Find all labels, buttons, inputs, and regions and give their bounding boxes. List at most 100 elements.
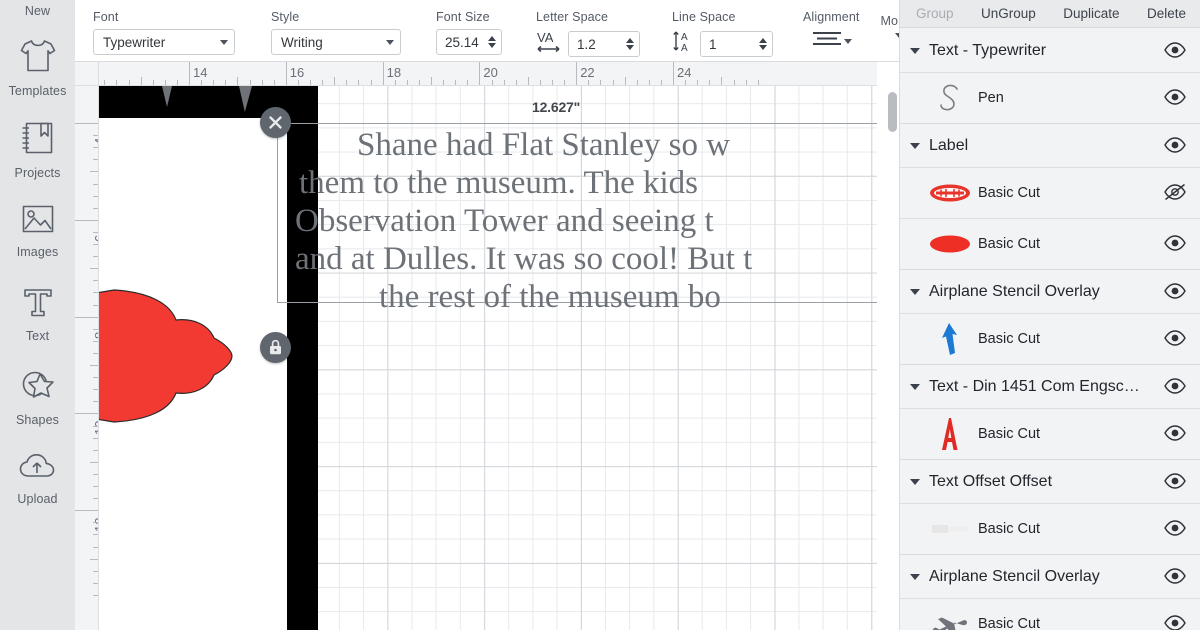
eye-visible-icon[interactable]	[1164, 425, 1186, 443]
layer-thumbnail-faint-word-strip	[928, 512, 972, 546]
ruler-major-tick	[75, 123, 98, 124]
text-t-icon	[21, 286, 55, 324]
layer-group-header[interactable]: Text Offset Offset	[900, 460, 1200, 503]
chevron-down-icon[interactable]	[910, 573, 920, 580]
eye-visible-icon[interactable]	[1164, 330, 1186, 348]
delete-handle[interactable]	[260, 107, 291, 138]
artboard[interactable]: Shane had Flat Stanley so w them to the …	[99, 86, 877, 630]
svg-text:A: A	[681, 32, 688, 43]
style-control: Style Writing	[253, 0, 401, 62]
chevron-down-icon[interactable]	[910, 383, 920, 390]
ruler-major-tick	[75, 316, 98, 318]
design-space-app: New Templates Projects Images Text Shape…	[0, 0, 1200, 630]
ruler-minor-tick	[431, 77, 432, 85]
chevron-down-icon[interactable]	[844, 39, 852, 44]
sidebar-item-text[interactable]: Text	[0, 286, 75, 343]
layer-group-header[interactable]: Airplane Stencil Overlay	[900, 555, 1200, 598]
style-label: Style	[271, 10, 300, 24]
eye-hidden-icon[interactable]	[1164, 183, 1186, 202]
eye-visible-icon[interactable]	[1164, 282, 1186, 301]
sidebar-item-upload[interactable]: Upload	[0, 452, 75, 506]
picture-icon	[20, 203, 56, 240]
eye-visible-icon[interactable]	[1164, 520, 1186, 538]
layer-row-label: Basic Cut	[978, 616, 1041, 630]
letter-space-stepper[interactable]: 1.2	[568, 31, 640, 57]
canvas-vertical-scrollbar[interactable]	[888, 92, 897, 612]
chevron-down-icon[interactable]	[910, 47, 920, 54]
red-blob-shape[interactable]	[99, 286, 276, 426]
left-sidebar: New Templates Projects Images Text Shape…	[0, 0, 75, 630]
layer-group-title: Airplane Stencil Overlay	[929, 567, 1100, 585]
shapes-star-icon	[20, 369, 56, 408]
eye-visible-icon[interactable]	[1164, 136, 1186, 155]
line-space-spinner[interactable]	[756, 38, 769, 50]
eye-visible-icon[interactable]	[1164, 377, 1186, 396]
eye-visible-icon[interactable]	[1164, 615, 1186, 630]
canvas-text-line: Observation Tower and seeing t	[295, 203, 714, 239]
ruler-major-tick	[576, 62, 578, 85]
ruler-tick-label: 20	[483, 65, 498, 80]
eye-visible-icon[interactable]	[1164, 41, 1186, 60]
sidebar-item-shapes[interactable]: Shapes	[0, 369, 75, 427]
sidebar-item-images[interactable]: Images	[0, 203, 75, 259]
eye-visible-icon[interactable]	[1164, 567, 1186, 586]
sidebar-item-templates[interactable]: Templates	[0, 38, 75, 98]
scrollbar-thumb[interactable]	[888, 92, 897, 132]
alignment-control[interactable]: Alignment	[789, 0, 860, 62]
layers-action-group: Group	[916, 6, 954, 21]
scrollbar-track[interactable]	[888, 92, 897, 612]
align-center-icon[interactable]	[811, 29, 843, 54]
eye-visible-icon[interactable]	[1164, 89, 1186, 107]
layers-action-duplicate[interactable]: Duplicate	[1063, 6, 1119, 21]
chevron-down-icon[interactable]	[910, 142, 920, 149]
sidebar-item-projects[interactable]: Projects	[0, 120, 75, 180]
layer-row-label: Basic Cut	[978, 236, 1041, 252]
layer-row[interactable]: Basic Cut	[900, 313, 1200, 364]
ruler-tick-label: 8	[92, 331, 98, 338]
font-size-stepper[interactable]: 25.14	[436, 29, 502, 55]
layer-group-title: Text - Typewriter	[929, 41, 1047, 59]
sidebar-item-label: Projects	[14, 166, 61, 180]
letter-space-spinner[interactable]	[623, 38, 636, 50]
ruler-tick-label: 10	[92, 420, 99, 436]
chevron-down-icon	[386, 39, 394, 45]
ruler-tick-label: 4	[92, 138, 98, 145]
layer-row[interactable]: Basic Cut	[900, 598, 1200, 630]
layer-group-header[interactable]: Text - Din 1451 Com Engsc…	[900, 365, 1200, 408]
chevron-down-icon[interactable]	[910, 288, 920, 295]
layer-group-header[interactable]: Text - Typewriter	[900, 29, 1200, 72]
ruler-minor-tick	[90, 268, 98, 270]
font-label: Font	[93, 10, 119, 24]
font-select[interactable]: Typewriter	[93, 29, 235, 55]
layer-group: Airplane Stencil Overlay Basic Cut	[900, 270, 1200, 365]
layer-row[interactable]: Basic Cut	[900, 408, 1200, 459]
style-select[interactable]: Writing	[271, 29, 401, 55]
chevron-down-icon[interactable]	[910, 478, 920, 485]
book-bookmark-icon	[20, 120, 56, 161]
svg-text:VA: VA	[537, 30, 554, 45]
layer-row[interactable]: Pen	[900, 72, 1200, 123]
layer-group: Label Basic Cut Basic Cut	[900, 124, 1200, 270]
dimension-label: 12.627"	[532, 99, 581, 115]
layer-group: Text Offset Offset Basic Cut	[900, 460, 1200, 555]
eye-visible-icon[interactable]	[1164, 472, 1186, 491]
lock-handle[interactable]	[260, 332, 291, 363]
line-space-stepper[interactable]: 1	[700, 31, 773, 57]
sidebar-item-label: Upload	[17, 492, 58, 506]
layer-row[interactable]: Basic Cut	[900, 503, 1200, 554]
layer-group-header[interactable]: Label	[900, 124, 1200, 167]
layer-row[interactable]: Basic Cut	[900, 218, 1200, 269]
sidebar-item-new[interactable]: New	[0, 0, 75, 22]
layer-row[interactable]: Basic Cut	[900, 167, 1200, 218]
ruler-minor-tick	[721, 77, 723, 85]
eye-visible-icon[interactable]	[1164, 235, 1186, 253]
tshirt-icon	[18, 38, 58, 79]
layer-row-label: Basic Cut	[978, 185, 1041, 201]
layers-action-delete[interactable]: Delete	[1147, 6, 1186, 21]
layers-list[interactable]: Text - Typewriter Pen Label Basic Cut Basic …	[900, 29, 1200, 630]
canvas-column: Font Typewriter Style Writing Font Size …	[75, 0, 909, 630]
layers-action-ungroup[interactable]: UnGroup	[981, 6, 1036, 21]
layer-group-header[interactable]: Airplane Stencil Overlay	[900, 270, 1200, 313]
letter-space-value: 1.2	[577, 36, 596, 52]
font-size-spinner[interactable]	[485, 36, 498, 48]
